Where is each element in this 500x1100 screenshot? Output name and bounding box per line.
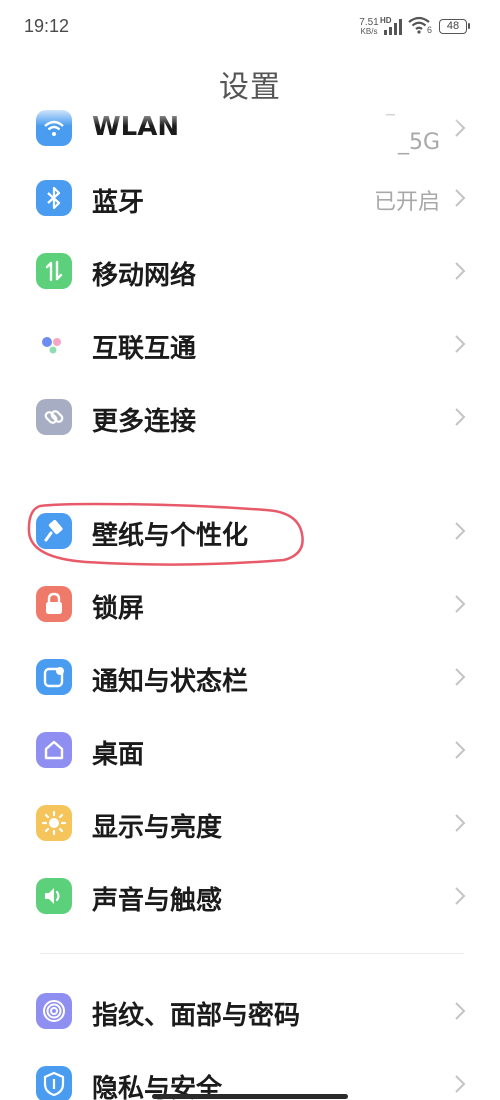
mobile-network-label: 移动网络 xyxy=(92,261,197,291)
chevron-right-icon xyxy=(455,595,466,613)
paint-brush-icon xyxy=(36,513,72,549)
settings-list: WLAN – _5G 蓝牙 已开启 移动网络 互联互通 更多连接 壁纸与个性化 … xyxy=(0,0,500,1100)
settings-item-notifications[interactable]: 通知与状态栏 xyxy=(0,649,500,705)
chevron-right-icon xyxy=(455,887,466,905)
interconnect-dots-icon xyxy=(36,326,72,362)
wifi-icon xyxy=(36,110,72,146)
page-title: 设置 xyxy=(219,70,281,105)
notifications-label: 通知与状态栏 xyxy=(92,667,249,697)
settings-item-wlan[interactable]: WLAN – _5G xyxy=(0,100,500,156)
chevron-right-icon xyxy=(455,522,466,540)
settings-item-more-connections[interactable]: 更多连接 xyxy=(0,389,500,445)
chevron-right-icon xyxy=(455,119,466,137)
chevron-right-icon xyxy=(455,668,466,686)
shield-icon xyxy=(36,1066,72,1100)
settings-item-interconnect[interactable]: 互联互通 xyxy=(0,316,500,372)
chevron-right-icon xyxy=(455,262,466,280)
chevron-right-icon xyxy=(455,814,466,832)
chevron-right-icon xyxy=(455,189,466,207)
display-label: 显示与亮度 xyxy=(92,813,223,843)
speaker-icon xyxy=(36,878,72,914)
chevron-right-icon xyxy=(455,1002,466,1020)
wlan-label: WLAN xyxy=(92,112,180,142)
settings-item-fingerprint[interactable]: 指纹、面部与密码 xyxy=(0,983,500,1039)
more-connections-label: 更多连接 xyxy=(92,407,197,437)
settings-item-wallpaper[interactable]: 壁纸与个性化 xyxy=(0,503,500,559)
fingerprint-icon xyxy=(36,993,72,1029)
section-divider xyxy=(40,953,464,954)
chevron-right-icon xyxy=(455,741,466,759)
bluetooth-label: 蓝牙 xyxy=(92,188,145,218)
wallpaper-label: 壁纸与个性化 xyxy=(92,521,249,551)
settings-item-lock-screen[interactable]: 锁屏 xyxy=(0,576,500,632)
lock-icon xyxy=(36,586,72,622)
mobile-data-icon xyxy=(36,253,72,289)
settings-item-mobile-network[interactable]: 移动网络 xyxy=(0,243,500,299)
notification-icon xyxy=(36,659,72,695)
sound-label: 声音与触感 xyxy=(92,886,223,916)
link-icon xyxy=(36,399,72,435)
desktop-label: 桌面 xyxy=(92,740,145,770)
settings-item-sound[interactable]: 声音与触感 xyxy=(0,868,500,924)
settings-item-bluetooth[interactable]: 蓝牙 已开启 xyxy=(0,170,500,226)
fingerprint-label: 指纹、面部与密码 xyxy=(92,1001,301,1031)
sun-icon xyxy=(36,805,72,841)
wlan-value-line2: _5G xyxy=(397,130,440,155)
bluetooth-status: 已开启 xyxy=(373,190,440,215)
lock-screen-label: 锁屏 xyxy=(92,594,145,624)
gesture-nav-handle[interactable] xyxy=(152,1094,348,1099)
settings-item-display[interactable]: 显示与亮度 xyxy=(0,795,500,851)
settings-screen: 19:12 7.51 KB/s HD 6 48 WLAN – _5G 蓝牙 已开… xyxy=(0,0,500,1100)
settings-item-desktop[interactable]: 桌面 xyxy=(0,722,500,778)
home-icon xyxy=(36,732,72,768)
chevron-right-icon xyxy=(455,408,466,426)
chevron-right-icon xyxy=(455,335,466,353)
bluetooth-icon xyxy=(36,180,72,216)
interconnect-label: 互联互通 xyxy=(92,334,197,364)
chevron-right-icon xyxy=(455,1075,466,1093)
